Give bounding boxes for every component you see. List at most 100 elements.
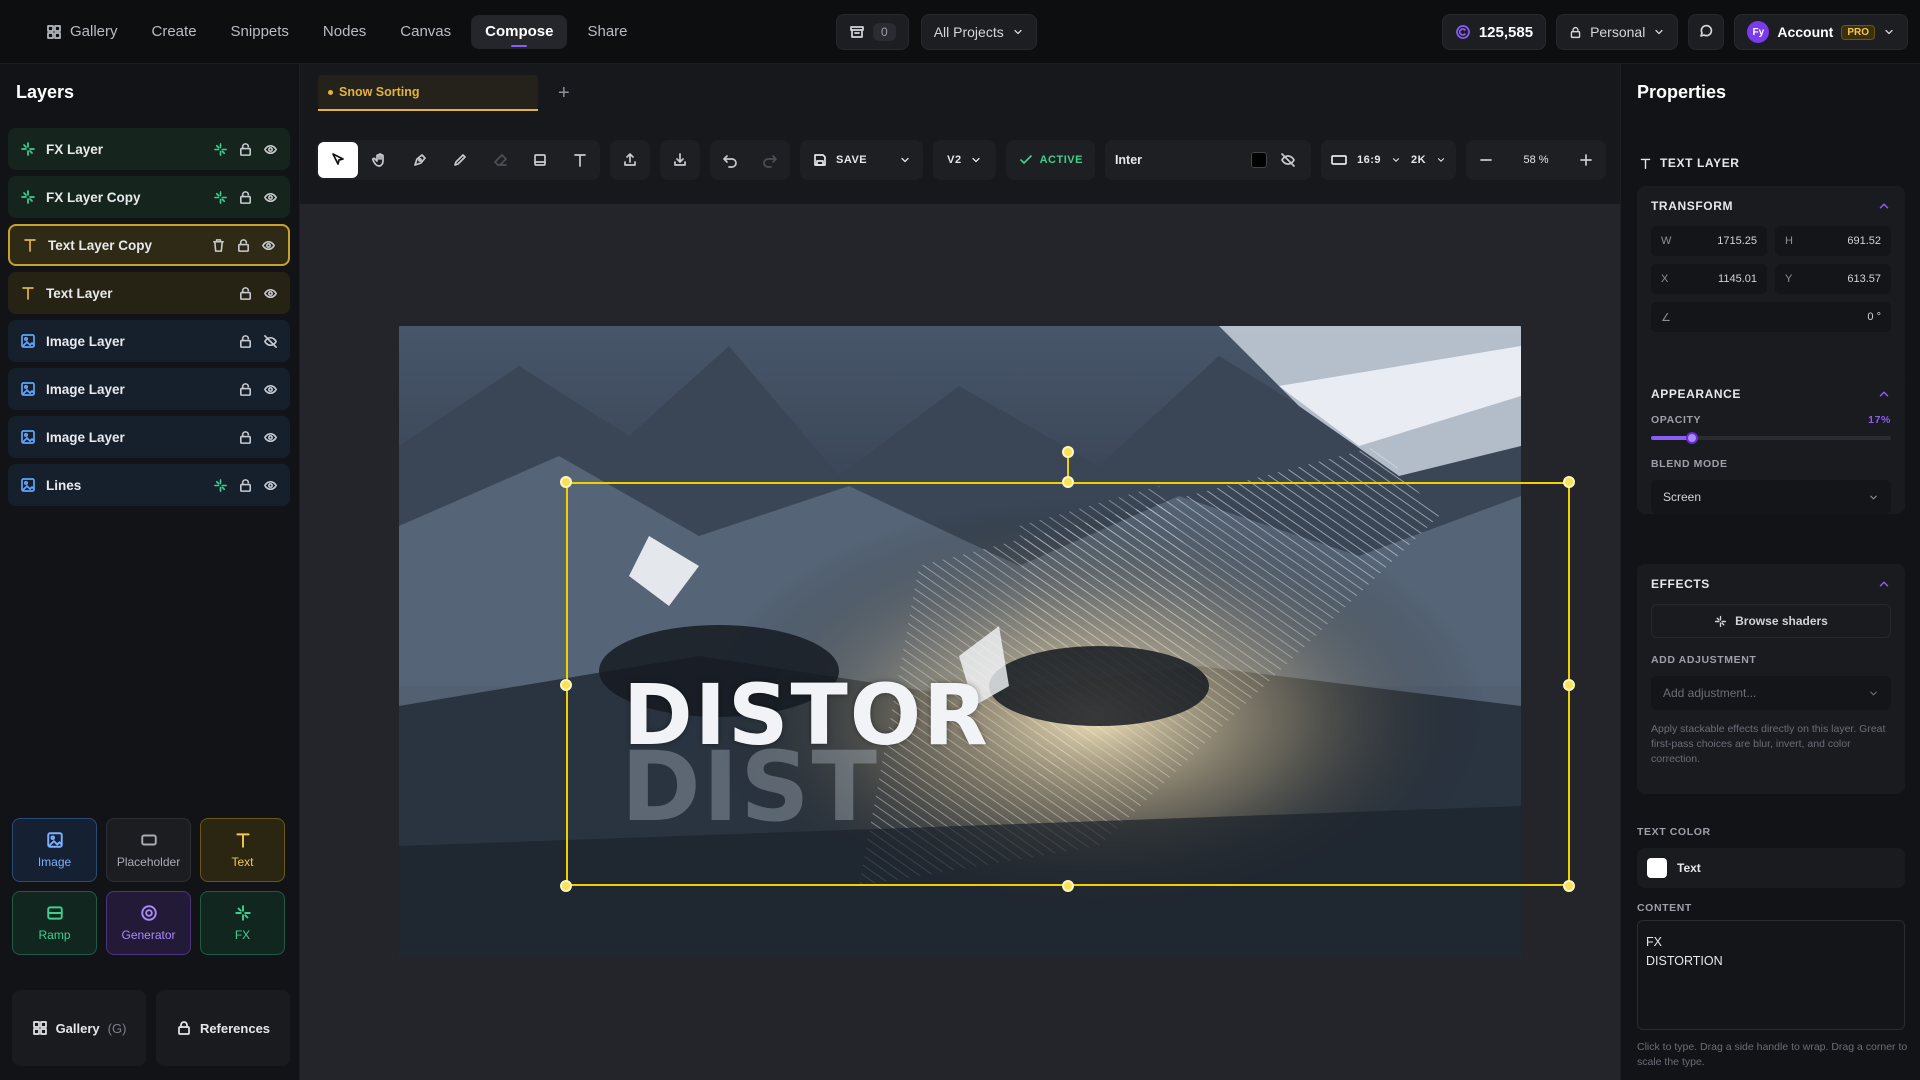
layer-row[interactable]: Image Layer — [8, 416, 290, 458]
pen-tool-button[interactable] — [400, 140, 440, 180]
width-field[interactable]: W 1715.25 — [1651, 226, 1767, 256]
save-icon[interactable] — [812, 152, 828, 168]
appearance-header[interactable]: APPEARANCE — [1637, 374, 1905, 414]
layer-row[interactable]: Text Layer Copy — [8, 224, 290, 266]
new-tab-button[interactable]: + — [558, 82, 570, 105]
unlock-icon[interactable] — [236, 238, 251, 253]
fx-badge-icon[interactable] — [213, 142, 228, 157]
add-placeholder-tool[interactable]: Placeholder — [106, 818, 191, 882]
eraser-tool-button[interactable] — [480, 140, 520, 180]
zoom-in-button[interactable] — [1566, 140, 1606, 180]
account-menu[interactable]: Fy Account PRO — [1734, 14, 1908, 50]
eye-icon[interactable] — [261, 238, 276, 253]
nav-canvas[interactable]: Canvas — [386, 15, 465, 49]
resize-handle-left[interactable] — [560, 679, 572, 691]
text-color-swatch[interactable] — [1250, 152, 1267, 168]
rotation-field[interactable]: ∠ 0 ° — [1651, 302, 1891, 332]
eye-icon[interactable] — [263, 286, 278, 301]
add-image-tool[interactable]: Image — [12, 818, 97, 882]
text-color-picker[interactable]: Text — [1637, 848, 1905, 888]
version-dropdown[interactable]: V2 — [933, 140, 996, 180]
visibility-toggle-button[interactable] — [1273, 140, 1303, 180]
aspect-ratio-select[interactable]: 16:9 — [1357, 154, 1381, 166]
unlock-icon[interactable] — [238, 190, 253, 205]
content-textarea[interactable]: FX DISTORTION — [1637, 920, 1905, 1030]
blend-mode-select[interactable]: Screen — [1651, 480, 1891, 514]
upload-button[interactable] — [610, 140, 650, 180]
font-family-select[interactable]: Inter — [1105, 153, 1245, 167]
hand-tool-button[interactable] — [360, 140, 400, 180]
credits-display[interactable]: 125,585 — [1441, 14, 1547, 50]
resize-handle-top-right[interactable] — [1563, 476, 1575, 488]
resize-handle-bottom-left[interactable] — [560, 880, 572, 892]
workspace-dropdown[interactable]: Personal — [1556, 14, 1679, 50]
resize-handle-top-left[interactable] — [560, 476, 572, 488]
redo-button[interactable] — [750, 140, 790, 180]
add-ramp-tool[interactable]: Ramp — [12, 891, 97, 955]
transform-fields: W 1715.25 H 691.52 X 1145.01 Y 613.57 ∠ 0 ° — [1637, 226, 1905, 332]
add-fx-tool[interactable]: FX — [200, 891, 285, 955]
layer-row[interactable]: Lines — [8, 464, 290, 506]
eye-off-icon[interactable] — [263, 334, 278, 349]
text-tool-button[interactable] — [560, 140, 600, 180]
transform-header[interactable]: TRANSFORM — [1637, 186, 1905, 226]
opacity-slider[interactable] — [1651, 432, 1891, 444]
unlock-icon[interactable] — [238, 382, 253, 397]
undo-button[interactable] — [710, 140, 750, 180]
browse-shaders-button[interactable]: Browse shaders — [1651, 604, 1891, 638]
unlock-icon[interactable] — [238, 334, 253, 349]
references-button[interactable]: References — [156, 990, 290, 1066]
add-adjustment-select[interactable]: Add adjustment... — [1651, 676, 1891, 710]
fx-badge-icon[interactable] — [213, 478, 228, 493]
eye-icon[interactable] — [263, 142, 278, 157]
layer-row[interactable]: FX Layer — [8, 128, 290, 170]
resize-handle-bottom-right[interactable] — [1563, 880, 1575, 892]
rotate-handle[interactable] — [1062, 446, 1074, 458]
resize-handle-right[interactable] — [1563, 679, 1575, 691]
x-field[interactable]: X 1145.01 — [1651, 264, 1767, 294]
nav-snippets[interactable]: Snippets — [217, 15, 303, 49]
unlock-icon[interactable] — [238, 142, 253, 157]
nav-nodes[interactable]: Nodes — [309, 15, 380, 49]
unlock-icon[interactable] — [238, 478, 253, 493]
opacity-slider-knob[interactable] — [1685, 432, 1698, 444]
layer-row[interactable]: FX Layer Copy — [8, 176, 290, 218]
projects-dropdown[interactable]: All Projects — [920, 14, 1037, 50]
add-text-tool[interactable]: Text — [200, 818, 285, 882]
effects-header[interactable]: EFFECTS — [1637, 564, 1905, 604]
resolution-select[interactable]: 2K — [1411, 154, 1426, 166]
nav-share[interactable]: Share — [573, 15, 641, 49]
zoom-out-button[interactable] — [1466, 140, 1506, 180]
text-selection-frame[interactable] — [566, 482, 1570, 886]
eye-icon[interactable] — [263, 430, 278, 445]
nav-compose[interactable]: Compose — [471, 14, 568, 49]
chevron-down-icon[interactable] — [899, 154, 911, 166]
save-button[interactable]: SAVE — [836, 154, 867, 166]
frame-tool-button[interactable] — [520, 140, 560, 180]
height-field[interactable]: H 691.52 — [1775, 226, 1891, 256]
unlock-icon[interactable] — [238, 430, 253, 445]
unlock-icon[interactable] — [238, 286, 253, 301]
select-tool-button[interactable] — [318, 142, 358, 178]
nav-create[interactable]: Create — [138, 15, 211, 49]
eye-icon[interactable] — [263, 382, 278, 397]
gallery-button[interactable]: Gallery (G) — [12, 990, 146, 1066]
add-generator-tool[interactable]: Generator — [106, 891, 191, 955]
resize-handle-top[interactable] — [1062, 476, 1074, 488]
resize-handle-bottom[interactable] — [1062, 880, 1074, 892]
delete-icon[interactable] — [211, 238, 226, 253]
layer-row[interactable]: Text Layer — [8, 272, 290, 314]
layer-row[interactable]: Image Layer — [8, 368, 290, 410]
fx-badge-icon[interactable] — [213, 190, 228, 205]
eye-icon[interactable] — [263, 478, 278, 493]
pencil-tool-button[interactable] — [440, 140, 480, 180]
chat-button[interactable] — [1688, 14, 1725, 50]
nav-gallery[interactable]: Gallery — [32, 15, 132, 49]
layer-row[interactable]: Image Layer — [8, 320, 290, 362]
doc-tab-snow-sorting[interactable]: Snow Sorting — [318, 75, 538, 111]
active-toggle[interactable]: ACTIVE — [1005, 140, 1095, 180]
queue-button[interactable]: 0 — [836, 14, 909, 50]
download-button[interactable] — [660, 140, 700, 180]
y-field[interactable]: Y 613.57 — [1775, 264, 1891, 294]
eye-icon[interactable] — [263, 190, 278, 205]
